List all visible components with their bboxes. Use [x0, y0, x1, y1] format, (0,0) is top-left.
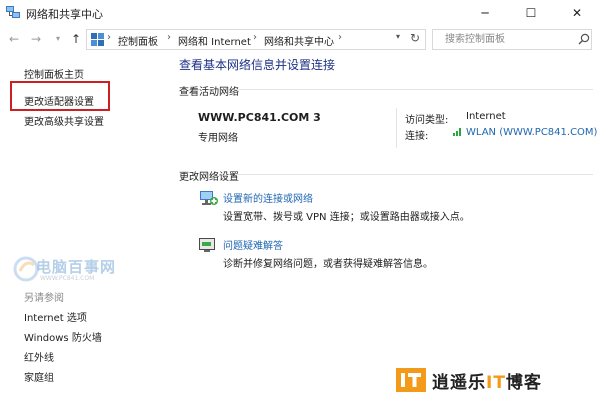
breadcrumb-network-sharing-center[interactable]: 网络和共享中心 — [264, 33, 334, 48]
network-center-icon — [6, 6, 20, 18]
breadcrumb-network-internet[interactable]: 网络和 Internet — [178, 33, 251, 48]
up-button[interactable]: ↑ — [68, 31, 84, 47]
watermark-left-subtext: WWW.PC841.COM — [40, 275, 95, 282]
page-title: 查看基本网络信息并设置连接 — [179, 58, 336, 72]
refresh-button[interactable]: ↻ — [410, 31, 420, 45]
network-type-link[interactable]: 专用网络 — [198, 129, 238, 144]
section-divider — [235, 89, 593, 90]
breadcrumb-separator: › — [107, 32, 111, 43]
watermark-right-text: 逍遥乐IT博客 — [432, 373, 542, 393]
sidebar-item-infrared[interactable]: 红外线 — [24, 349, 54, 364]
setup-new-connection-description: 设置宽带、拨号或 VPN 连接；或设置路由器或接入点。 — [223, 212, 470, 223]
network-name: WWW.PC841.COM 3 — [198, 111, 321, 124]
title-bar: 网络和共享中心 ─ ☐ ✕ — [0, 0, 600, 26]
access-type-value: Internet — [466, 111, 506, 122]
sidebar-item-advanced-sharing-settings[interactable]: 更改高级共享设置 — [24, 113, 104, 128]
active-networks-heading: 查看活动网络 — [179, 87, 239, 98]
maximize-button[interactable]: ☐ — [508, 0, 554, 26]
search-input[interactable] — [445, 32, 575, 47]
address-bar[interactable]: › 控制面板 › 网络和 Internet › 网络和共享中心 › ▾ ↻ — [86, 29, 426, 50]
search-icon[interactable] — [578, 33, 590, 45]
wifi-signal-icon — [453, 128, 461, 136]
search-box[interactable] — [432, 29, 592, 50]
troubleshoot-link[interactable]: 问题疑难解答 — [223, 237, 283, 252]
connection-label: 连接: — [405, 131, 429, 142]
navigation-bar: ← → ▾ ↑ › 控制面板 › 网络和 Internet › 网络和共享中心 … — [0, 26, 600, 54]
sidebar-item-control-panel-home[interactable]: 控制面板主页 — [24, 66, 84, 81]
control-panel-icon — [91, 33, 104, 46]
setup-new-connection-link[interactable]: 设置新的连接或网络 — [223, 190, 313, 205]
sidebar-item-internet-options[interactable]: Internet 选项 — [24, 309, 87, 324]
troubleshoot-icon — [199, 238, 215, 252]
highlight-annotation — [10, 81, 110, 111]
breadcrumb-separator: › — [167, 32, 171, 43]
access-type-label: 访问类型: — [405, 115, 449, 126]
recent-locations-button[interactable]: ▾ — [50, 31, 66, 47]
section-divider — [235, 174, 593, 175]
breadcrumb-separator: › — [338, 32, 342, 43]
watermark-it-logo-icon — [396, 368, 426, 392]
close-button[interactable]: ✕ — [554, 0, 600, 26]
breadcrumb-separator: › — [253, 32, 257, 43]
forward-button[interactable]: → — [28, 31, 44, 47]
see-also-heading: 另请参阅 — [24, 293, 64, 304]
minimize-button[interactable]: ─ — [462, 0, 508, 26]
watermark-left-text: 电脑百事网 — [36, 258, 117, 276]
sidebar-item-homegroup[interactable]: 家庭组 — [24, 369, 54, 384]
back-button[interactable]: ← — [6, 31, 22, 47]
connection-wlan-link[interactable]: WLAN (WWW.PC841.COM) — [466, 127, 597, 138]
new-connection-icon — [200, 191, 218, 205]
breadcrumb-control-panel[interactable]: 控制面板 — [118, 33, 158, 48]
address-dropdown-button[interactable]: ▾ — [396, 32, 400, 41]
sidebar-item-windows-firewall[interactable]: Windows 防火墙 — [24, 329, 102, 344]
window-title: 网络和共享中心 — [26, 8, 103, 21]
change-settings-heading: 更改网络设置 — [179, 172, 239, 183]
vertical-divider — [396, 108, 397, 148]
watermark-right: 逍遥乐IT博客 — [396, 366, 596, 394]
troubleshoot-description: 诊断并修复网络问题，或者获得疑难解答信息。 — [223, 259, 433, 270]
